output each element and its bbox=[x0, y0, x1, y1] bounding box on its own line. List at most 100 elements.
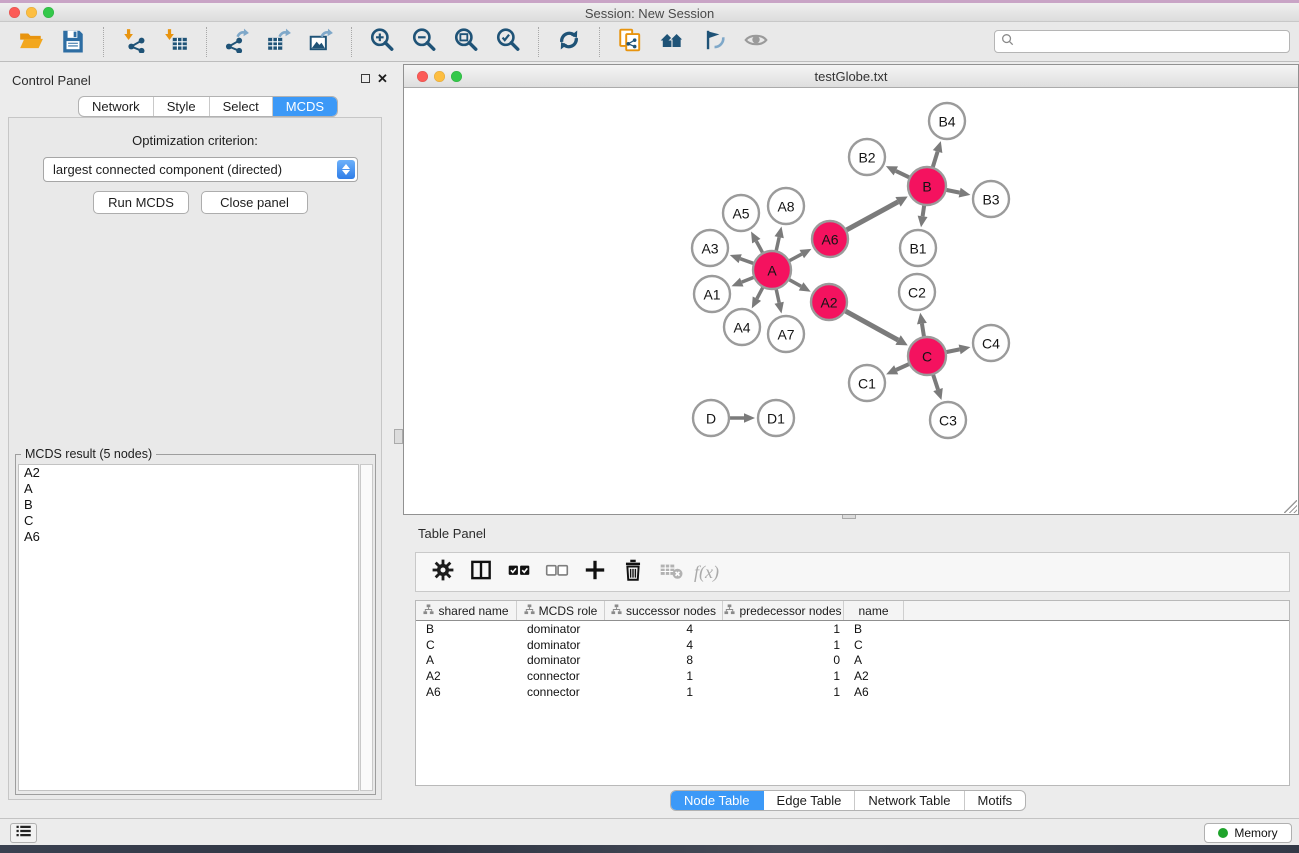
open-file-button[interactable] bbox=[14, 26, 48, 58]
table-cell[interactable]: dominator bbox=[517, 622, 605, 636]
graph-node-A2[interactable]: A2 bbox=[811, 284, 847, 320]
split-divider-handle[interactable] bbox=[394, 429, 403, 444]
mcds-result-item[interactable]: B bbox=[19, 497, 358, 513]
graph-node-B2[interactable]: B2 bbox=[849, 139, 885, 175]
show-hide-columns-button[interactable] bbox=[466, 557, 496, 587]
main-titlebar[interactable]: Session: New Session bbox=[0, 3, 1299, 22]
export-table-button[interactable] bbox=[262, 26, 296, 58]
select-all-button[interactable] bbox=[504, 557, 534, 587]
graph-node-A3[interactable]: A3 bbox=[692, 230, 728, 266]
save-session-button[interactable] bbox=[56, 26, 90, 58]
table-cell[interactable]: C bbox=[416, 638, 517, 652]
column-header-predecessor-nodes[interactable]: predecessor nodes bbox=[723, 601, 844, 620]
graph-node-A8[interactable]: A8 bbox=[768, 188, 804, 224]
zoom-selected-button[interactable] bbox=[491, 26, 525, 58]
memory-button[interactable]: Memory bbox=[1204, 823, 1292, 843]
table-cell[interactable]: 8 bbox=[605, 653, 723, 667]
zoom-out-button[interactable] bbox=[407, 26, 441, 58]
mcds-result-item[interactable]: C bbox=[19, 513, 358, 529]
tab-network-table[interactable]: Network Table bbox=[855, 791, 964, 810]
table-row[interactable]: A6connector11A6 bbox=[416, 684, 1289, 700]
table-cell[interactable]: B bbox=[844, 622, 904, 636]
zoom-fit-button[interactable] bbox=[449, 26, 483, 58]
graph-node-C[interactable]: C bbox=[908, 337, 946, 375]
table-cell[interactable]: 1 bbox=[723, 685, 844, 699]
delete-column-button[interactable] bbox=[618, 557, 648, 587]
search-input[interactable] bbox=[1018, 31, 1289, 52]
table-cell[interactable]: connector bbox=[517, 669, 605, 683]
table-row[interactable]: Adominator80A bbox=[416, 652, 1289, 668]
show-graphics-details-button[interactable] bbox=[697, 26, 731, 58]
close-panel-icon[interactable]: ✕ bbox=[377, 74, 388, 83]
column-header-name[interactable]: name bbox=[844, 601, 904, 620]
graph-node-C3[interactable]: C3 bbox=[930, 402, 966, 438]
table-cell[interactable]: 1 bbox=[723, 669, 844, 683]
mcds-result-item[interactable]: A6 bbox=[19, 529, 358, 545]
apply-layout-button[interactable] bbox=[552, 26, 586, 58]
search-field[interactable] bbox=[994, 30, 1290, 53]
table-options-button[interactable] bbox=[428, 557, 458, 587]
graph-node-A4[interactable]: A4 bbox=[724, 309, 760, 345]
graph-node-D[interactable]: D bbox=[693, 400, 729, 436]
graph-node-A5[interactable]: A5 bbox=[723, 195, 759, 231]
export-network-button[interactable] bbox=[220, 26, 254, 58]
tab-edge-table[interactable]: Edge Table bbox=[764, 791, 856, 810]
graph-node-A[interactable]: A bbox=[753, 251, 791, 289]
mcds-result-list[interactable]: A2ABCA6 bbox=[18, 464, 359, 791]
table-cell[interactable]: A6 bbox=[416, 685, 517, 699]
graph-node-D1[interactable]: D1 bbox=[758, 400, 794, 436]
column-header-shared-name[interactable]: shared name bbox=[416, 601, 517, 620]
table-cell[interactable]: A2 bbox=[416, 669, 517, 683]
table-cell[interactable]: B bbox=[416, 622, 517, 636]
column-header-successor-nodes[interactable]: successor nodes bbox=[605, 601, 723, 620]
tab-network[interactable]: Network bbox=[79, 97, 154, 116]
table-cell[interactable]: connector bbox=[517, 685, 605, 699]
graph-node-A6[interactable]: A6 bbox=[812, 221, 848, 257]
close-panel-button[interactable]: Close panel bbox=[201, 191, 308, 214]
import-table-button[interactable] bbox=[159, 26, 193, 58]
deselect-all-button[interactable] bbox=[542, 557, 572, 587]
table-row[interactable]: A2connector11A2 bbox=[416, 668, 1289, 684]
table-cell[interactable]: dominator bbox=[517, 653, 605, 667]
table-row[interactable]: Cdominator41C bbox=[416, 637, 1289, 653]
graph-node-B4[interactable]: B4 bbox=[929, 103, 965, 139]
create-column-button[interactable] bbox=[580, 557, 610, 587]
table-cell[interactable]: 1 bbox=[605, 685, 723, 699]
column-header-MCDS-role[interactable]: MCDS role bbox=[517, 601, 605, 620]
float-panel-icon[interactable] bbox=[361, 74, 370, 83]
graph-node-B1[interactable]: B1 bbox=[900, 230, 936, 266]
zoom-in-button[interactable] bbox=[365, 26, 399, 58]
table-cell[interactable]: 4 bbox=[605, 622, 723, 636]
tab-select[interactable]: Select bbox=[210, 97, 273, 116]
eye-button[interactable] bbox=[739, 26, 773, 58]
export-image-button[interactable] bbox=[304, 26, 338, 58]
table-cell[interactable]: A bbox=[844, 653, 904, 667]
table-cell[interactable]: 0 bbox=[723, 653, 844, 667]
tab-mcds[interactable]: MCDS bbox=[273, 97, 337, 116]
table-row[interactable]: Bdominator41B bbox=[416, 621, 1289, 637]
table-cell[interactable]: A2 bbox=[844, 669, 904, 683]
result-scrollbar[interactable] bbox=[360, 464, 373, 791]
table-cell[interactable]: 1 bbox=[723, 638, 844, 652]
import-network-button[interactable] bbox=[117, 26, 151, 58]
graph-node-C1[interactable]: C1 bbox=[849, 365, 885, 401]
tab-style[interactable]: Style bbox=[154, 97, 210, 116]
houses-button[interactable] bbox=[655, 26, 689, 58]
table-cell[interactable]: 1 bbox=[605, 669, 723, 683]
table-cell[interactable]: A bbox=[416, 653, 517, 667]
run-mcds-button[interactable]: Run MCDS bbox=[93, 191, 189, 214]
table-cell[interactable]: dominator bbox=[517, 638, 605, 652]
graph-node-C4[interactable]: C4 bbox=[973, 325, 1009, 361]
network-window-titlebar[interactable]: testGlobe.txt bbox=[404, 65, 1298, 88]
criterion-dropdown[interactable]: largest connected component (directed) bbox=[43, 157, 358, 182]
table-cell[interactable]: 1 bbox=[723, 622, 844, 636]
graph-node-A7[interactable]: A7 bbox=[768, 316, 804, 352]
table-cell[interactable]: C bbox=[844, 638, 904, 652]
task-history-button[interactable] bbox=[10, 823, 37, 843]
graph-node-B3[interactable]: B3 bbox=[973, 181, 1009, 217]
graph-node-A1[interactable]: A1 bbox=[694, 276, 730, 312]
new-network-from-selection-button[interactable] bbox=[613, 26, 647, 58]
graph-node-C2[interactable]: C2 bbox=[899, 274, 935, 310]
tab-motifs[interactable]: Motifs bbox=[965, 791, 1026, 810]
graph-node-B[interactable]: B bbox=[908, 167, 946, 205]
